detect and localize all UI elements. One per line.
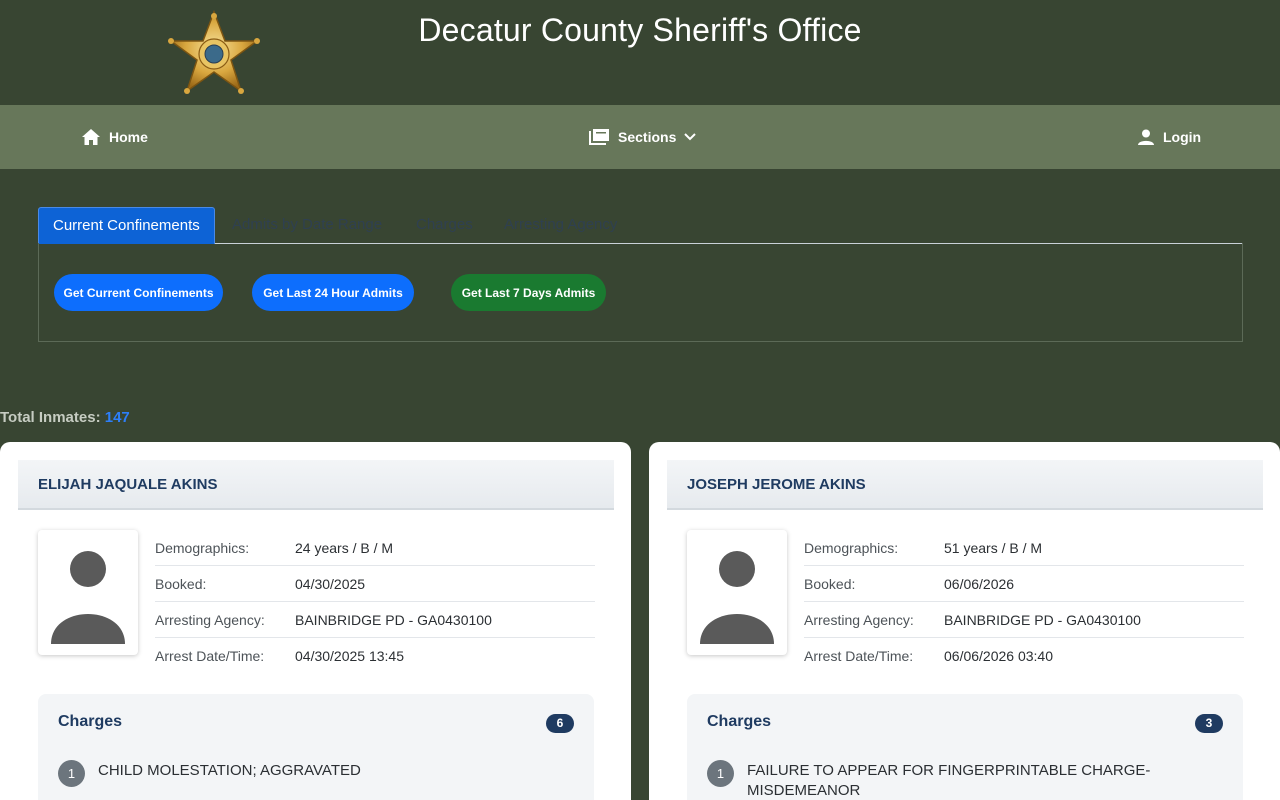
nav-sections-label: Sections [618,129,677,145]
charges-section: Charges 3 1 FAILURE TO APPEAR FOR FINGER… [687,694,1243,800]
inmate-card-header: JOSEPH JEROME AKINS [667,460,1263,510]
total-inmates: Total Inmates: 147 [0,409,130,426]
nav-home[interactable]: Home [82,105,148,169]
get-last-7-days-admits-button[interactable]: Get Last 7 Days Admits [451,274,606,311]
info-value: 06/06/2026 03:40 [944,648,1053,664]
charges-title: Charges [58,713,123,730]
get-current-confinements-button[interactable]: Get Current Confinements [54,274,223,311]
chevron-down-icon [684,133,697,141]
tab-arresting-agency[interactable]: Arresting Agency [504,207,617,244]
info-row-demographics: Demographics: 24 years / B / M [155,530,595,566]
tab-current-confinements[interactable]: Current Confinements [38,207,215,244]
site-header: Decatur County Sheriff's Office [0,0,1280,105]
inmate-card: JOSEPH JEROME AKINS Demographics: 51 yea… [649,442,1280,800]
info-label: Arrest Date/Time: [155,648,265,664]
get-last-24-hour-admits-button[interactable]: Get Last 24 Hour Admits [252,274,414,311]
nav-sections-dropdown[interactable]: Sections [589,105,697,169]
info-row-arresting-agency: Arresting Agency: BAINBRIDGE PD - GA0430… [804,602,1244,638]
info-label: Arresting Agency: [155,612,265,628]
person-silhouette-icon [700,551,774,644]
info-label: Booked: [155,576,207,592]
info-row-arrest-datetime: Arrest Date/Time: 04/30/2025 13:45 [155,638,595,674]
info-value: 24 years / B / M [295,540,394,556]
total-inmates-count: 147 [104,409,130,426]
inmate-photo[interactable] [38,530,138,655]
info-label: Arresting Agency: [804,612,914,628]
charges-section: Charges 6 1 CHILD MOLESTATION; AGGRAVATE… [38,694,594,800]
tab-charges[interactable]: Charges [416,207,473,244]
charge-number: 1 [58,760,85,787]
inmate-name: ELIJAH JAQUALE AKINS [38,476,218,493]
info-row-demographics: Demographics: 51 years / B / M [804,530,1244,566]
book-icon [589,129,609,145]
info-value: 04/30/2025 13:45 [295,648,404,664]
site-title: Decatur County Sheriff's Office [418,12,862,48]
info-value: 06/06/2026 [944,576,1015,592]
charge-count-badge: 6 [546,714,574,733]
info-value: 51 years / B / M [944,540,1043,556]
info-row-booked: Booked: 04/30/2025 [155,566,595,602]
nav-home-label: Home [109,129,148,145]
info-row-booked: Booked: 06/06/2026 [804,566,1244,602]
info-value: 04/30/2025 [295,576,366,592]
inmate-name: JOSEPH JEROME AKINS [687,476,866,493]
info-value: BAINBRIDGE PD - GA0430100 [944,612,1141,628]
info-value: BAINBRIDGE PD - GA0430100 [295,612,492,628]
info-row-arrest-datetime: Arrest Date/Time: 06/06/2026 03:40 [804,638,1244,674]
inmate-photo[interactable] [687,530,787,655]
tab-admits-by-date-range[interactable]: Admits by Date Range [232,207,382,244]
charge-description: FAILURE TO APPEAR FOR FINGERPRINTABLE CH… [747,762,1151,799]
user-icon [1138,129,1154,145]
inmate-card: ELIJAH JAQUALE AKINS Demographics: 24 ye… [0,442,631,800]
charges-title: Charges [707,713,772,730]
inmate-card-header: ELIJAH JAQUALE AKINS [18,460,614,510]
info-label: Booked: [804,576,856,592]
person-silhouette-icon [51,551,125,644]
info-row-arresting-agency: Arresting Agency: BAINBRIDGE PD - GA0430… [155,602,595,638]
confinement-tabs: Current Confinements Admits by Date Rang… [38,207,1243,244]
charge-description: CHILD MOLESTATION; AGGRAVATED [98,762,361,779]
charge-count-badge: 3 [1195,714,1223,733]
info-label: Demographics: [804,540,899,556]
main-navbar: Home Sections Login [0,105,1280,169]
info-label: Arrest Date/Time: [804,648,914,664]
nav-login-label: Login [1163,129,1202,145]
nav-login[interactable]: Login [1138,105,1201,169]
info-label: Demographics: [155,540,250,556]
home-icon [82,129,100,145]
charge-number: 1 [707,760,734,787]
total-inmates-label: Total Inmates: [0,409,101,426]
